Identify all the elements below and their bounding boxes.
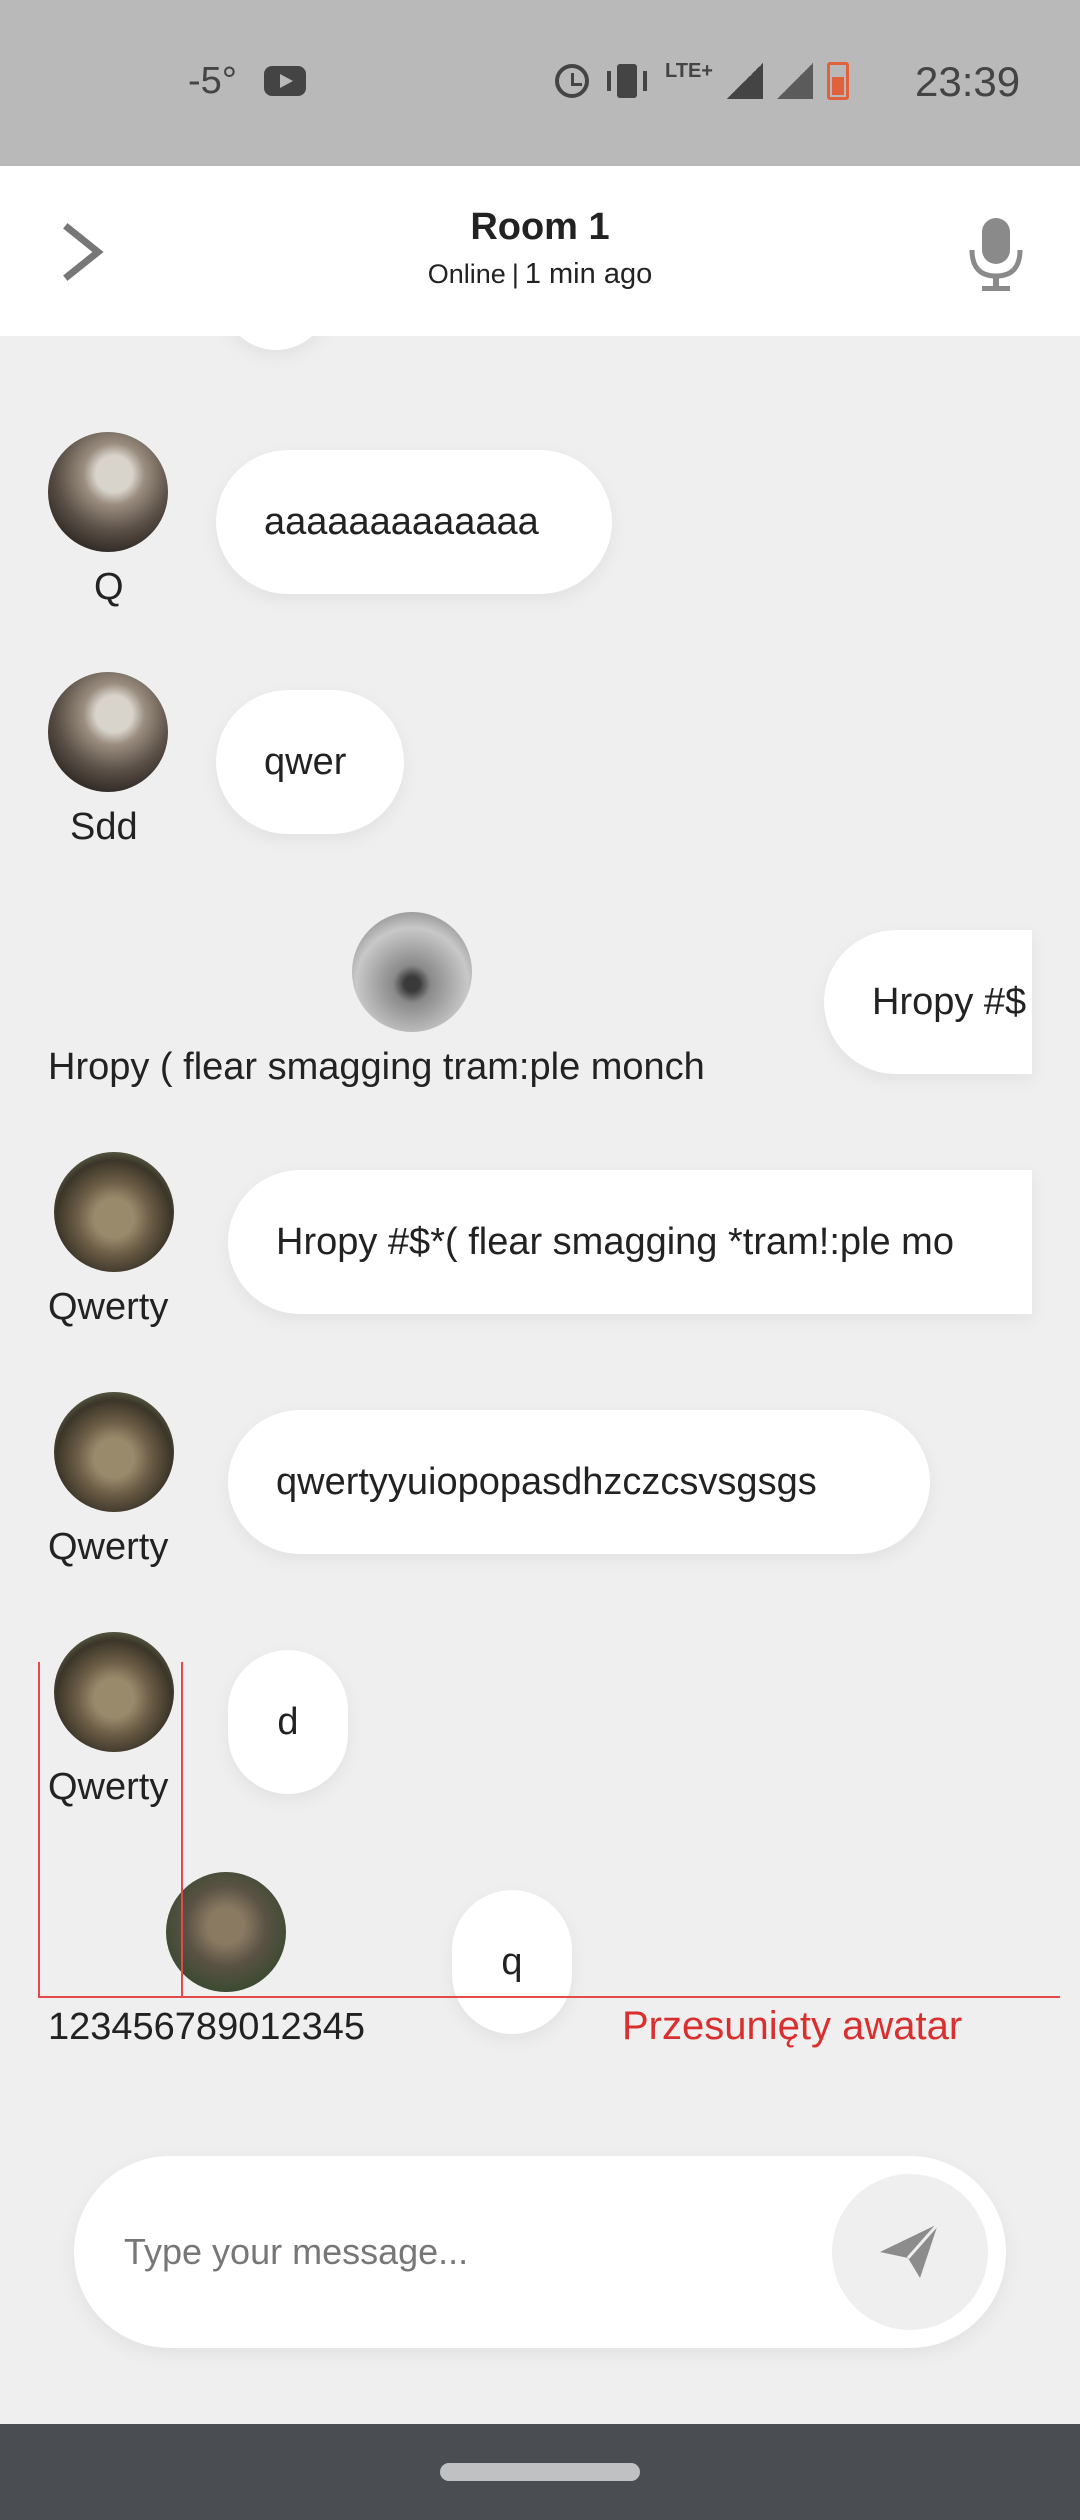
message-bubble: qwer	[216, 690, 404, 834]
online-status: Online	[427, 259, 506, 289]
status-separator: |	[511, 259, 519, 289]
signal-icon	[726, 63, 763, 99]
debug-guide-line	[38, 1996, 1060, 1998]
avatar	[54, 1152, 174, 1272]
status-bar: -5° LTE+ 23:39	[0, 0, 1080, 166]
message-bubble: Hropy #$	[824, 930, 1032, 1074]
debug-label: Przesunięty awatar	[622, 2004, 963, 2048]
avatar	[48, 672, 168, 792]
sender-name: 123456789012345	[48, 2006, 366, 2048]
send-icon	[880, 2223, 940, 2278]
home-gesture-handle[interactable]	[440, 2463, 640, 2481]
debug-guide-line	[38, 1662, 40, 1998]
clock: 23:39	[915, 58, 1021, 105]
avatar	[54, 1392, 174, 1512]
sender-name: Q	[94, 566, 124, 608]
message-bubble: d	[228, 1650, 348, 1794]
send-button[interactable]	[832, 2174, 988, 2330]
message-composer	[74, 2156, 1006, 2348]
avatar	[352, 912, 472, 1032]
sender-name: Qwerty	[48, 1286, 169, 1328]
message-bubble: Hropy #$*( flear smagging *tram!:ple mo	[228, 1170, 1032, 1314]
avatar	[48, 432, 168, 552]
sender-name: Hropy ( flear smagging tram:ple monch	[48, 1046, 705, 1088]
message-bubble: q	[452, 1890, 572, 2034]
chat-header	[0, 166, 1080, 336]
sender-name: Qwerty	[48, 1526, 169, 1568]
temperature: -5°	[188, 60, 237, 102]
network-type: LTE+	[665, 59, 713, 82]
avatar	[54, 1632, 174, 1752]
message-bubble	[222, 336, 330, 350]
message-bubble: aaaaaaaaaaaaa	[216, 450, 612, 594]
alarm-icon	[555, 64, 589, 98]
debug-guide-line	[181, 1662, 183, 1998]
room-status: Online | 1 min ago	[0, 258, 1080, 291]
message-list[interactable]: Q aaaaaaaaaaaaa Sdd qwer Hropy ( flear s…	[0, 336, 1080, 2126]
sender-name: Sdd	[70, 806, 138, 848]
signal-icon	[776, 63, 813, 99]
battery-icon	[826, 62, 849, 100]
vibrate-icon	[603, 62, 651, 100]
avatar	[166, 1872, 286, 1992]
sender-name: Qwerty	[48, 1766, 169, 1808]
message-input[interactable]	[122, 2208, 846, 2296]
status-icons: LTE+	[555, 56, 849, 106]
microphone-icon[interactable]	[966, 216, 1026, 292]
last-seen: 1 min ago	[524, 258, 653, 290]
room-title: Room 1	[470, 206, 610, 248]
youtube-icon	[264, 66, 306, 96]
message-bubble: qwertyyuiopopasdhzczcsvsgsgs	[228, 1410, 930, 1554]
